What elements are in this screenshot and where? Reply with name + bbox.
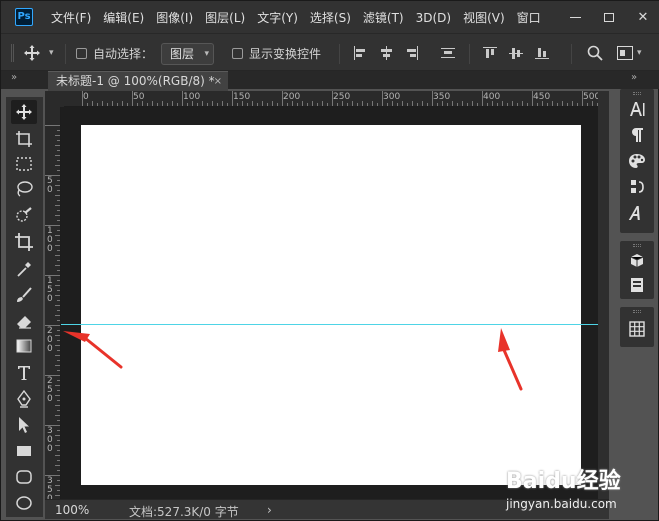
watermark-url: jingyan.baidu.com: [506, 497, 617, 511]
annotation-arrow-right: [498, 328, 523, 391]
baidu-watermark: Baidu经验 jingyan.baidu.com: [506, 461, 656, 519]
watermark-brand: Baidu经验: [506, 469, 621, 494]
photoshop-window: Ps 文件(F) 编辑(E) 图像(I) 图层(L) 文字(Y) 选择(S) 滤…: [0, 0, 659, 521]
annotation-arrow-left: [63, 331, 123, 369]
annotation-overlay: [63, 328, 523, 391]
